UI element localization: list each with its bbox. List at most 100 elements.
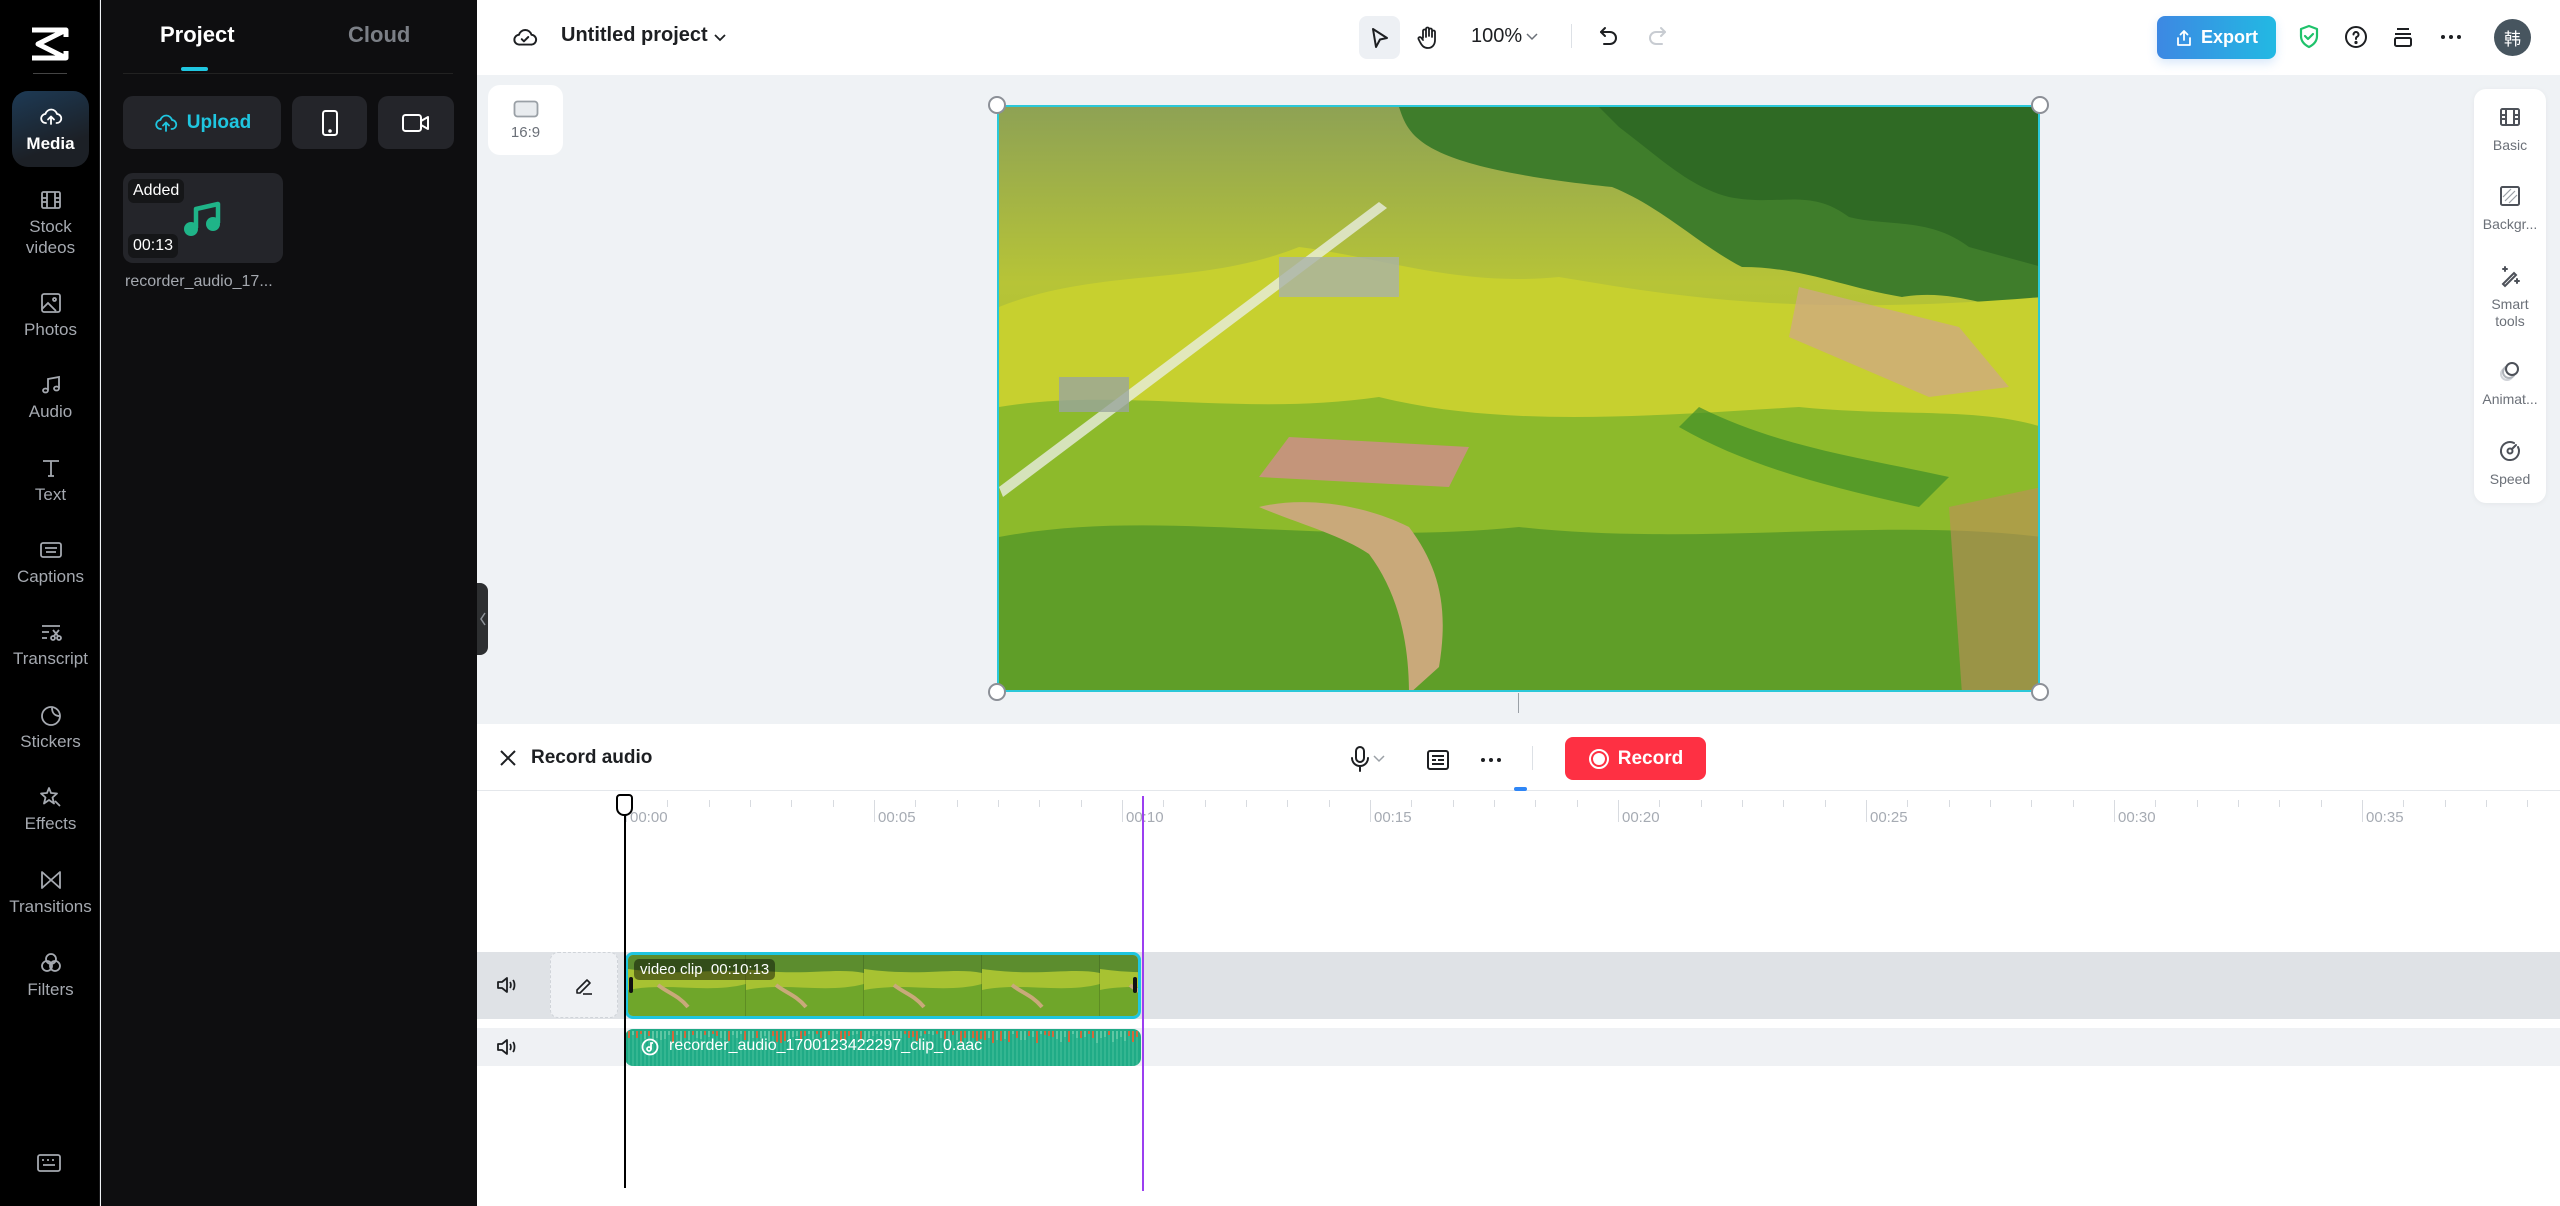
property-animation[interactable]: Animat... bbox=[2474, 359, 2546, 408]
property-label: Animat... bbox=[2482, 391, 2538, 407]
record-button[interactable]: Record bbox=[1565, 737, 1706, 780]
transcript-scissors-icon bbox=[41, 624, 62, 641]
ruler-minor-tick bbox=[1659, 800, 1661, 807]
ruler-major-tick bbox=[1370, 800, 1371, 822]
ruler-label: 00:00 bbox=[630, 809, 668, 826]
ruler-major-tick bbox=[1122, 800, 1123, 822]
hand-icon bbox=[1417, 26, 1436, 49]
ruler-minor-tick bbox=[2155, 800, 2157, 807]
sticker-icon bbox=[40, 705, 61, 726]
ruler-minor-tick bbox=[1576, 800, 1578, 807]
property-label: Speed bbox=[2489, 471, 2531, 487]
export-button[interactable]: Export bbox=[2157, 16, 2276, 59]
video-camera-icon bbox=[402, 113, 429, 132]
aspect-ratio-button[interactable]: 16:9 bbox=[488, 85, 563, 155]
sidebar-item-effects[interactable]: Effects bbox=[12, 779, 89, 839]
undo-icon[interactable] bbox=[1598, 25, 1620, 49]
film-icon bbox=[40, 191, 61, 209]
ruler-minor-tick bbox=[1535, 800, 1537, 807]
media-item-audio[interactable]: Added 00:13 bbox=[123, 173, 283, 263]
sidebar-item-label: Filters bbox=[27, 979, 74, 999]
timeline-ruler[interactable]: 00:00 00:05 00:10 00:15 00:20 00:25 00:30 00:35 bbox=[477, 792, 2560, 832]
sidebar-item-text[interactable]: Text bbox=[12, 450, 89, 510]
property-speed[interactable]: Speed bbox=[2474, 439, 2546, 488]
speaker-icon[interactable] bbox=[496, 975, 518, 995]
sidebar-item-captions[interactable]: Captions bbox=[12, 532, 89, 592]
tab-project[interactable]: Project bbox=[160, 22, 235, 48]
sidebar-item-stock-videos[interactable]: Stock videos bbox=[12, 183, 89, 263]
shield-check-icon[interactable] bbox=[2298, 24, 2320, 50]
phone-icon bbox=[321, 109, 338, 136]
speaker-icon[interactable] bbox=[496, 1037, 518, 1057]
tab-cloud[interactable]: Cloud bbox=[348, 22, 410, 48]
ruler-minor-tick bbox=[1080, 800, 1082, 807]
chevron-down-icon[interactable] bbox=[1525, 31, 1539, 43]
sidebar-item-media[interactable]: Media bbox=[12, 91, 89, 167]
video-preview-canvas[interactable] bbox=[997, 105, 2040, 692]
record-circle-icon bbox=[1588, 748, 1609, 769]
more-horizontal-icon[interactable] bbox=[1480, 756, 1502, 764]
audio-clip-name: recorder_audio_1700123422297_clip_0.aac bbox=[669, 1037, 983, 1054]
property-background[interactable]: Backgr... bbox=[2474, 184, 2546, 233]
close-icon[interactable] bbox=[499, 749, 517, 767]
tab-divider bbox=[123, 73, 453, 74]
chevron-down-icon[interactable] bbox=[1373, 754, 1385, 764]
collapse-panel-button[interactable] bbox=[477, 583, 488, 655]
property-smart-tools[interactable]: Smart tools bbox=[2474, 264, 2546, 330]
help-icon[interactable] bbox=[2344, 25, 2368, 49]
audio-clip[interactable]: recorder_audio_1700123422297_clip_0.aac bbox=[625, 1029, 1141, 1066]
teleprompter-icon[interactable] bbox=[1427, 750, 1449, 770]
property-basic[interactable]: Basic bbox=[2474, 105, 2546, 154]
chevron-down-icon[interactable] bbox=[713, 30, 727, 44]
hand-tool-button[interactable] bbox=[1407, 16, 1449, 59]
project-title[interactable]: Untitled project bbox=[561, 24, 708, 47]
resize-handle-top-right[interactable] bbox=[2031, 96, 2049, 114]
ruler-minor-tick bbox=[2403, 800, 2405, 807]
added-badge: Added bbox=[128, 179, 185, 203]
sidebar-item-label: Stock videos bbox=[25, 217, 76, 257]
record-video-button[interactable] bbox=[378, 96, 454, 149]
edit-cover-button[interactable] bbox=[550, 952, 618, 1018]
more-horizontal-icon[interactable] bbox=[2440, 30, 2462, 44]
microphone-icon[interactable] bbox=[1351, 746, 1369, 772]
resize-handle-bottom-right[interactable] bbox=[2031, 683, 2049, 701]
panel-resize-handle[interactable] bbox=[1514, 787, 1527, 791]
resize-handle-bottom-left[interactable] bbox=[988, 683, 1006, 701]
user-avatar[interactable]: 韩 bbox=[2494, 19, 2531, 56]
sidebar-item-transcript[interactable]: Transcript bbox=[12, 614, 89, 674]
video-clip-label: video clip 00:10:13 bbox=[634, 959, 776, 980]
sidebar-item-label: Captions bbox=[16, 566, 85, 586]
keyboard-shortcuts-icon[interactable] bbox=[36, 1152, 62, 1174]
upload-button[interactable]: Upload bbox=[123, 96, 281, 149]
ruler-minor-tick bbox=[2072, 800, 2074, 807]
trim-handle-right[interactable] bbox=[1133, 977, 1137, 993]
sidebar-item-label: Transitions bbox=[9, 896, 92, 916]
playhead-handle[interactable] bbox=[616, 794, 633, 816]
video-clip[interactable]: video clip 00:10:13 bbox=[625, 952, 1141, 1019]
toolbar-divider bbox=[1571, 24, 1572, 48]
filters-circles-icon bbox=[40, 952, 61, 972]
redo-icon[interactable] bbox=[1646, 25, 1668, 49]
ruler-major-tick bbox=[1866, 800, 1867, 822]
ruler-minor-tick bbox=[998, 800, 999, 807]
ruler-minor-tick bbox=[791, 800, 793, 807]
clip-name: video clip bbox=[640, 961, 703, 978]
left-sidebar: Media Stock videos Photos Audio Text Cap… bbox=[0, 0, 100, 1206]
property-label: Smart tools bbox=[2491, 296, 2529, 329]
resize-handle-top-left[interactable] bbox=[988, 96, 1006, 114]
ruler-minor-tick bbox=[708, 800, 710, 807]
layers-stack-icon[interactable] bbox=[2392, 26, 2414, 48]
sidebar-item-audio[interactable]: Audio bbox=[12, 367, 89, 427]
clip-duration: 00:10:13 bbox=[710, 961, 770, 978]
sidebar-item-photos[interactable]: Photos bbox=[12, 285, 89, 345]
sidebar-item-stickers[interactable]: Stickers bbox=[12, 697, 89, 757]
select-tool-button[interactable] bbox=[1359, 16, 1400, 59]
right-properties-bar: Basic Backgr... Smart tools Animat... Sp… bbox=[2474, 89, 2546, 503]
ruler-minor-tick bbox=[1742, 800, 1743, 807]
zoom-level[interactable]: 100% bbox=[1471, 25, 1522, 48]
cloud-sync-icon[interactable] bbox=[512, 24, 538, 50]
trim-handle-left[interactable] bbox=[629, 977, 633, 993]
upload-from-phone-button[interactable] bbox=[292, 96, 367, 149]
sidebar-item-filters[interactable]: Filters bbox=[12, 945, 89, 1005]
sidebar-item-transitions[interactable]: Transitions bbox=[9, 862, 92, 922]
